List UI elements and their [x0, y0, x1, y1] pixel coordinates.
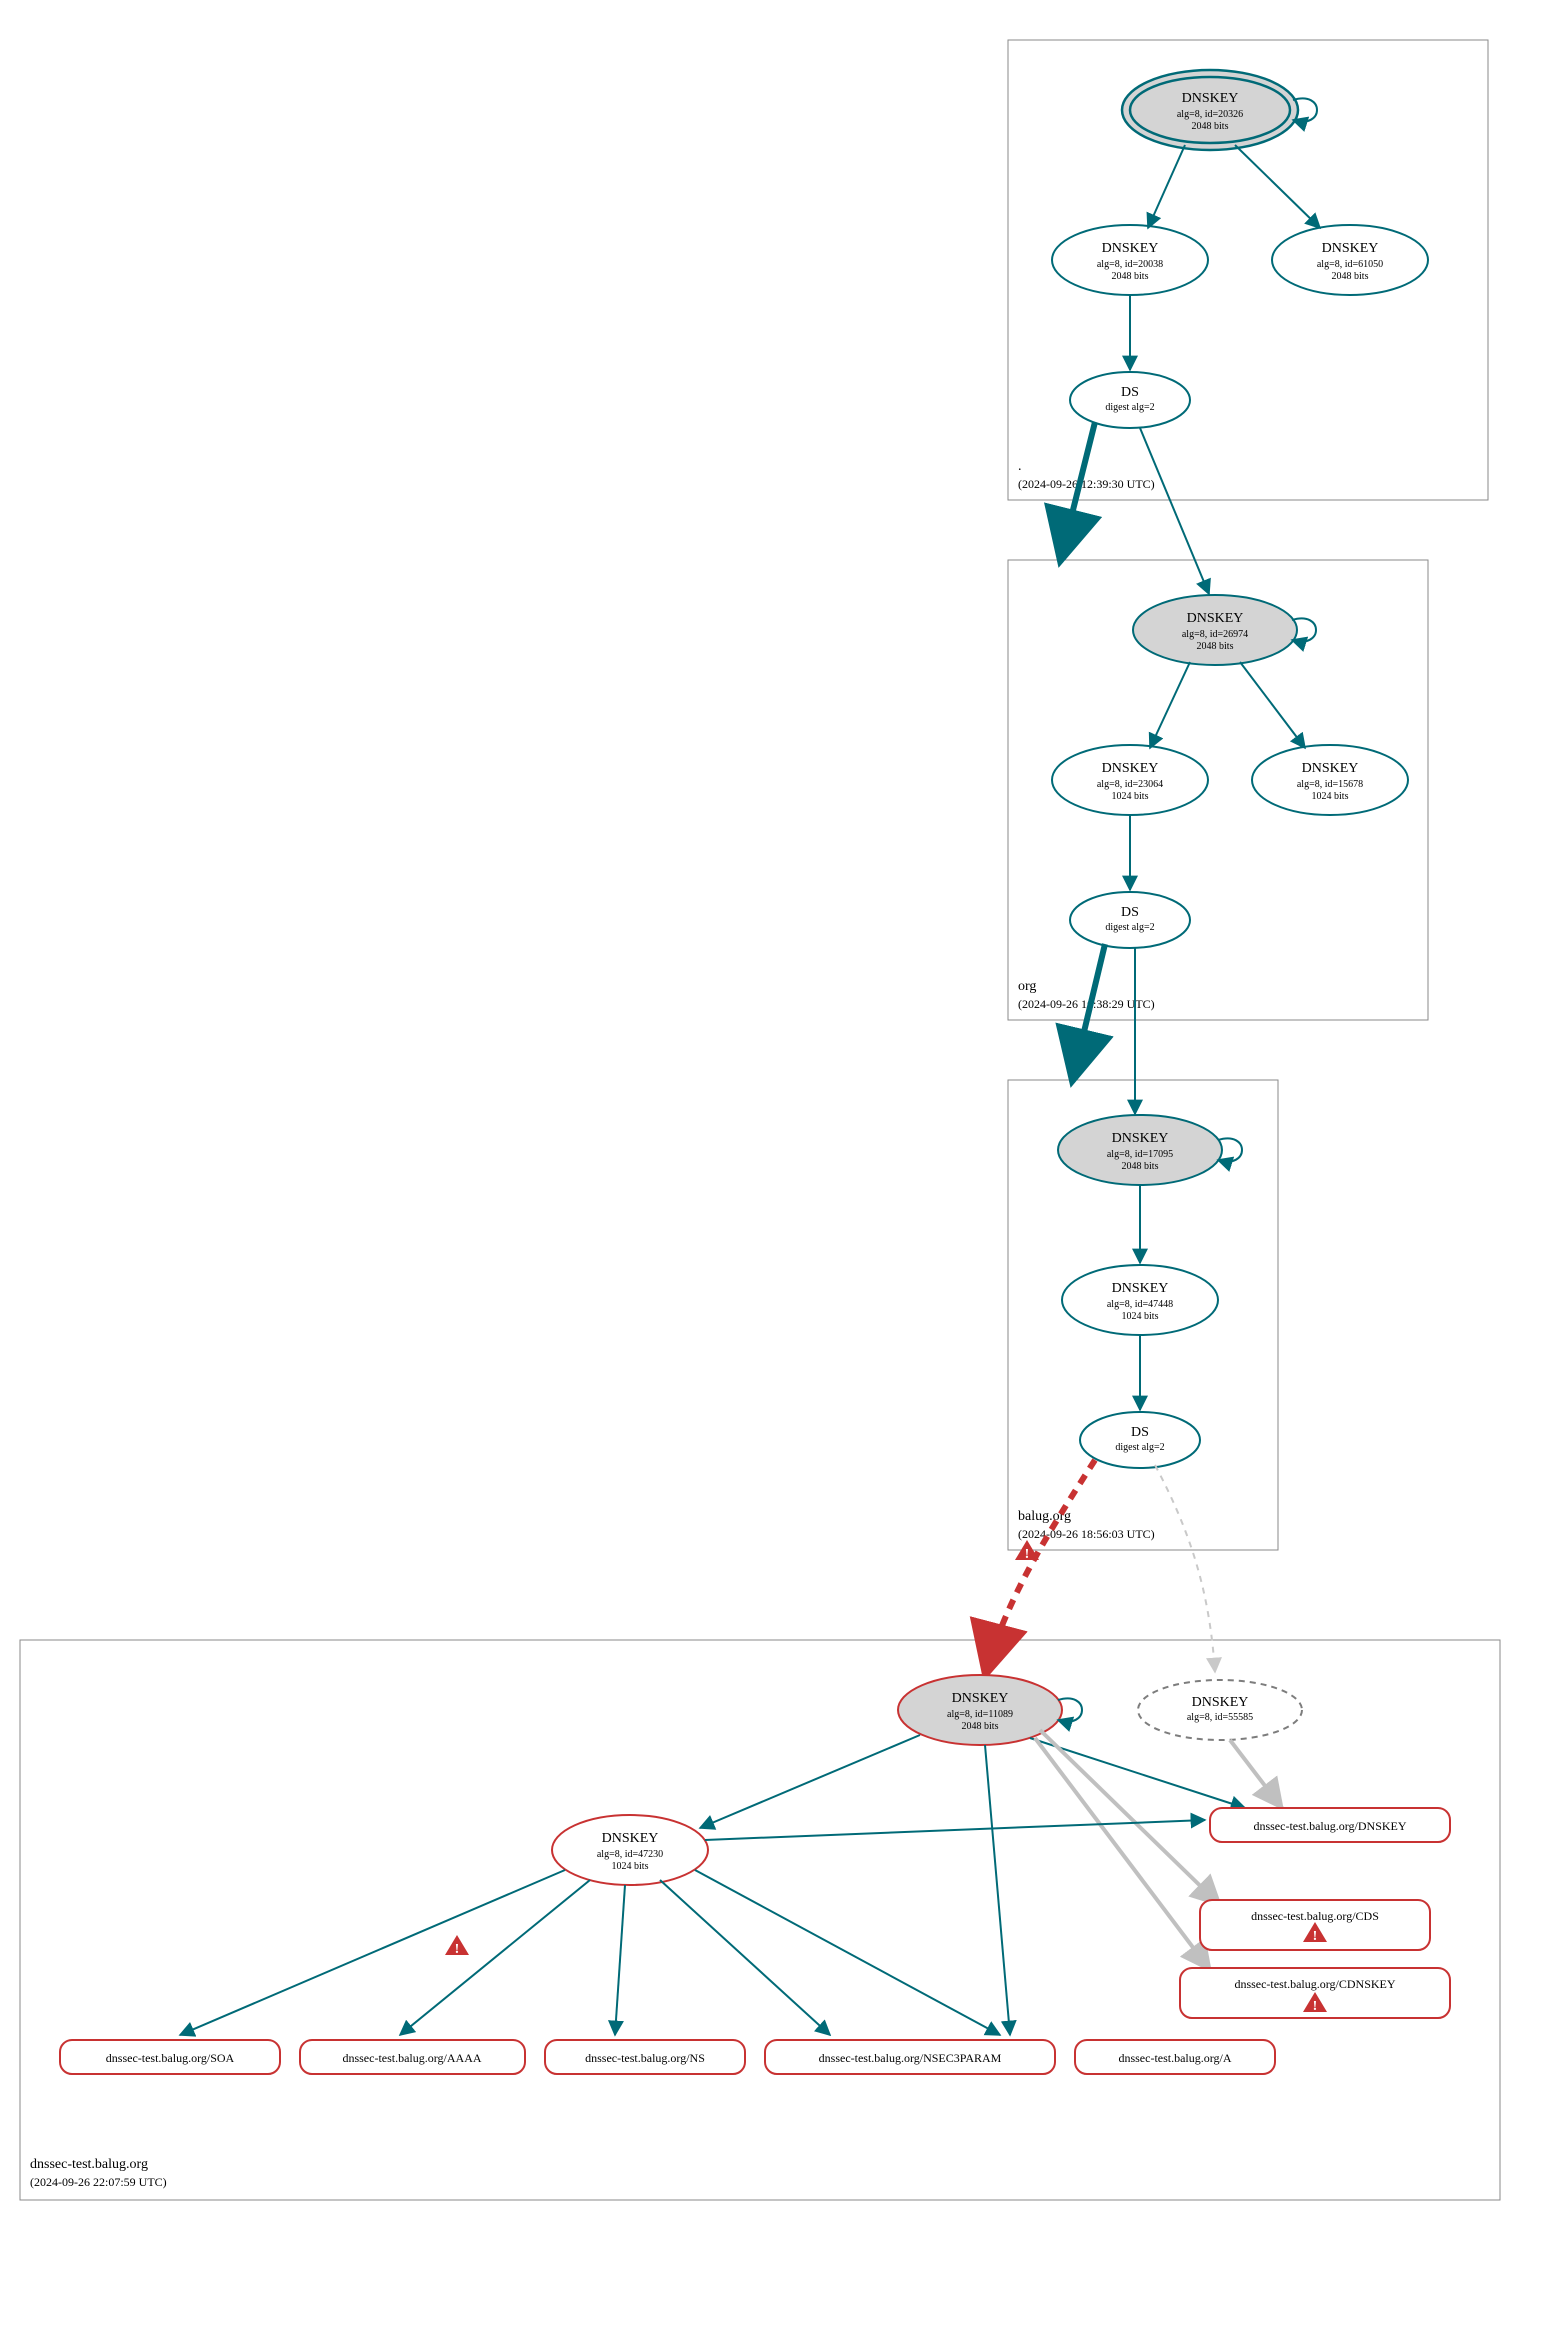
record-soa: dnssec-test.balug.org/SOA: [60, 2040, 280, 2074]
record-aaaa: dnssec-test.balug.org/AAAA: [300, 2040, 525, 2074]
svg-text:!: !: [1313, 1999, 1318, 2014]
record-dnskey: dnssec-test.balug.org/DNSKEY: [1210, 1808, 1450, 1842]
svg-text:dnssec-test.balug.org/NSEC3PAR: dnssec-test.balug.org/NSEC3PARAM: [819, 2051, 1002, 2065]
svg-text:dnssec-test.balug.org/SOA: dnssec-test.balug.org/SOA: [106, 2051, 235, 2065]
node-balug-ksk: DNSKEYalg=8, id=170952048 bits: [1058, 1115, 1242, 1185]
arrow-balug-to-test-error: [985, 1460, 1095, 1676]
svg-text:!: !: [455, 1942, 460, 1957]
svg-text:dnssec-test.balug.org/CDS: dnssec-test.balug.org/CDS: [1251, 1909, 1379, 1923]
node-org-ds: DSdigest alg=2: [1070, 892, 1190, 948]
arrow-org-to-balug-thick: [1072, 944, 1105, 1082]
svg-text:dnssec-test.balug.org/A: dnssec-test.balug.org/A: [1118, 2051, 1231, 2065]
svg-text:dnssec-test.balug.org/NS: dnssec-test.balug.org/NS: [585, 2051, 705, 2065]
arrow-root-to-org-thick: [1060, 422, 1095, 562]
zone-balug-label: balug.org (2024-09-26 18:56:03 UTC): [1018, 1507, 1155, 1541]
arrow-balug-to-test-grey: [1155, 1465, 1215, 1672]
node-test-dashed: DNSKEYalg=8, id=55585: [1138, 1680, 1302, 1740]
record-a: dnssec-test.balug.org/A: [1075, 2040, 1275, 2074]
zone-test-label: dnssec-test.balug.org (2024-09-26 22:07:…: [30, 2155, 167, 2189]
svg-text:dnssec-test.balug.org/CDNSKEY: dnssec-test.balug.org/CDNSKEY: [1234, 1977, 1395, 1991]
node-root-extra: DNSKEYalg=8, id=610502048 bits: [1272, 225, 1428, 295]
svg-text:dnssec-test.balug.org/DNSKEY: dnssec-test.balug.org/DNSKEY: [1253, 1819, 1406, 1833]
svg-text:!: !: [1025, 1547, 1030, 1562]
record-ns: dnssec-test.balug.org/NS: [545, 2040, 745, 2074]
node-root-zsk: DNSKEYalg=8, id=200382048 bits: [1052, 225, 1208, 295]
warning-icon: !: [445, 1935, 469, 1957]
node-test-zsk: DNSKEYalg=8, id=472301024 bits: [552, 1815, 708, 1885]
svg-text:dnssec-test.balug.org/AAAA: dnssec-test.balug.org/AAAA: [342, 2051, 481, 2065]
node-root-ksk: DNSKEYalg=8, id=203262048 bits: [1122, 70, 1317, 150]
record-cds: dnssec-test.balug.org/CDS !: [1200, 1900, 1430, 1950]
node-test-ksk: DNSKEYalg=8, id=110892048 bits: [898, 1675, 1082, 1745]
node-org-ksk: DNSKEYalg=8, id=269742048 bits: [1133, 595, 1316, 665]
arrow-root-to-org-thin: [1140, 428, 1209, 594]
node-org-extra: DNSKEYalg=8, id=156781024 bits: [1252, 745, 1408, 815]
node-balug-zsk: DNSKEYalg=8, id=474481024 bits: [1062, 1265, 1218, 1335]
record-nsec3: dnssec-test.balug.org/NSEC3PARAM: [765, 2040, 1055, 2074]
svg-text:DNSKEYalg=8, id=55585: DNSKEYalg=8, id=55585: [1187, 1695, 1253, 1723]
node-org-zsk: DNSKEYalg=8, id=230641024 bits: [1052, 745, 1208, 815]
node-root-ds: DSdigest alg=2: [1070, 372, 1190, 428]
svg-text:!: !: [1313, 1929, 1318, 1944]
node-balug-ds: DSdigest alg=2: [1080, 1412, 1200, 1468]
record-cdnskey: dnssec-test.balug.org/CDNSKEY !: [1180, 1968, 1450, 2018]
